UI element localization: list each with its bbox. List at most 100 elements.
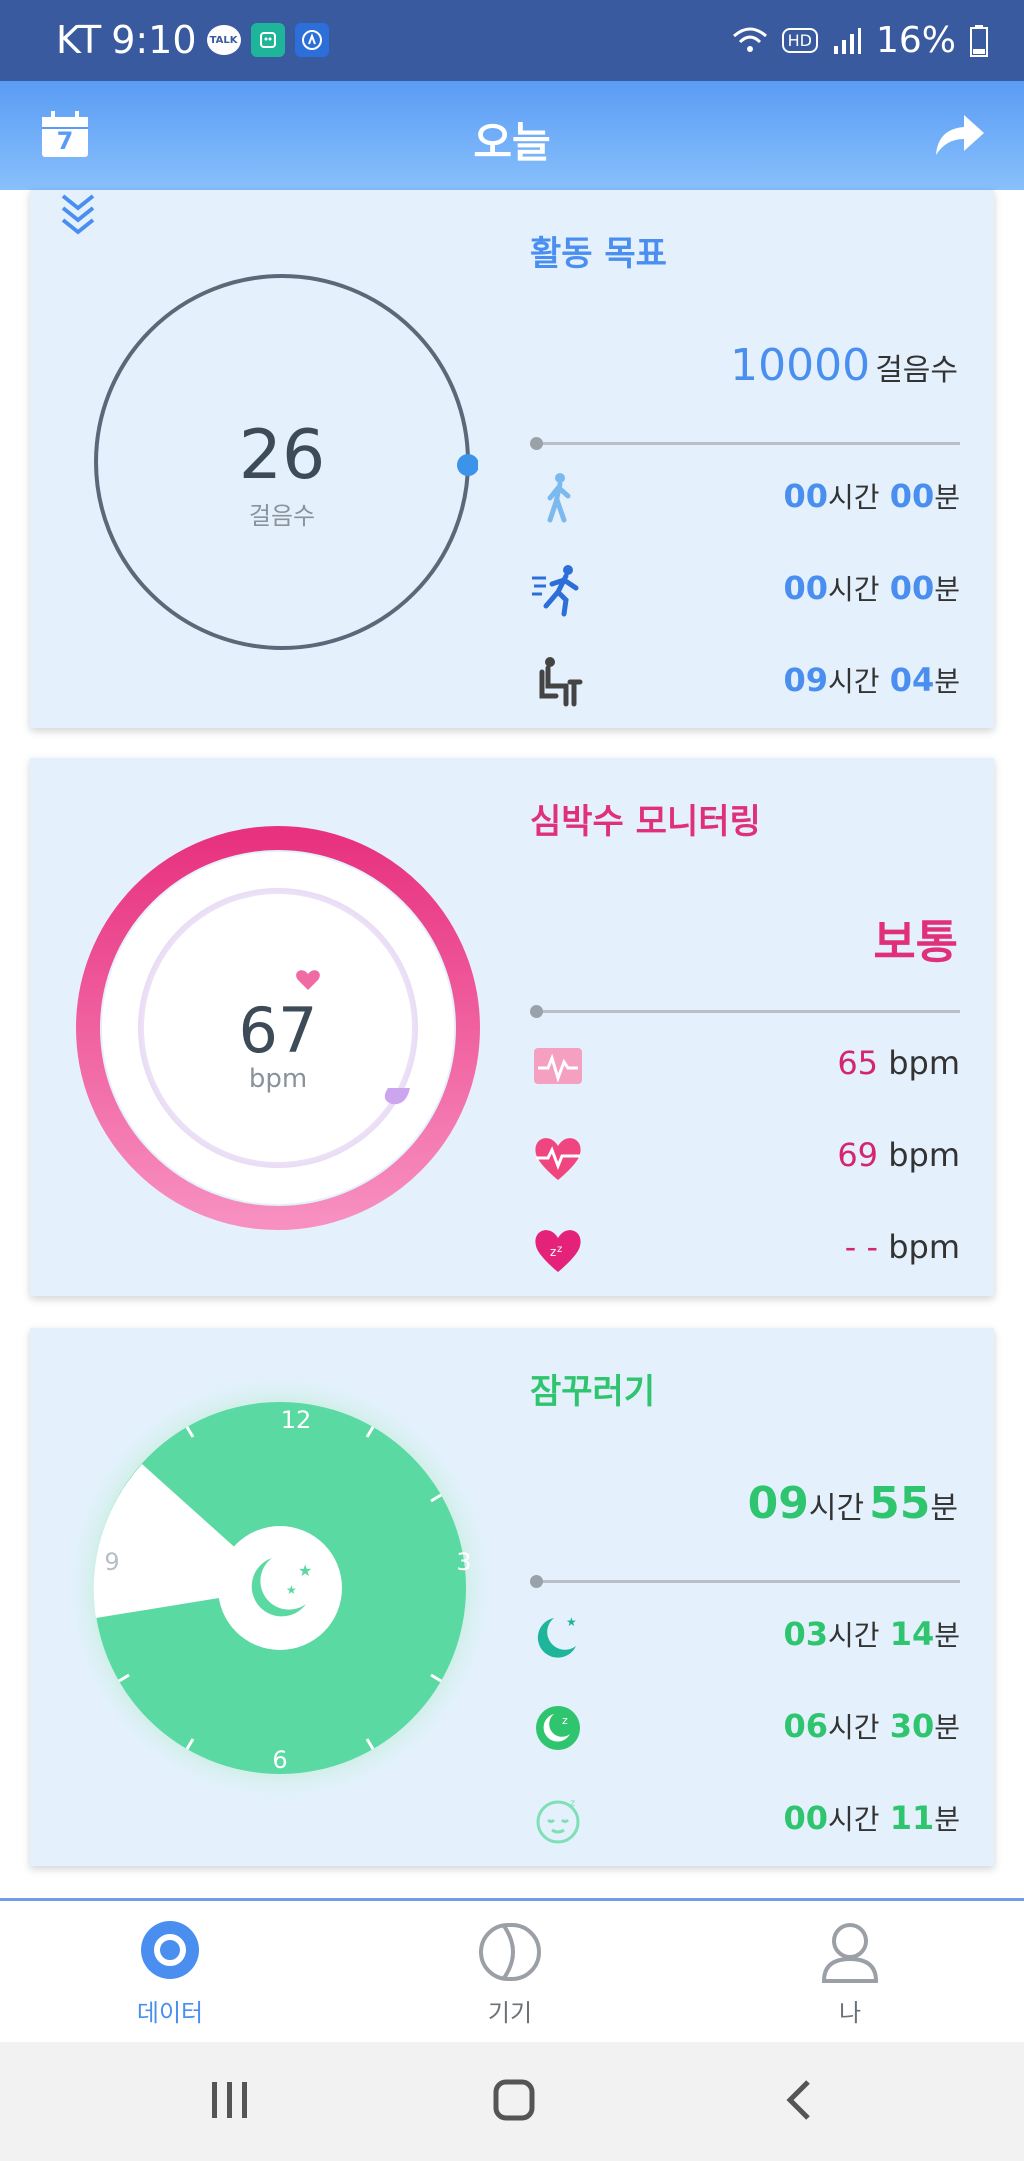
heart-status: 보통 [873, 915, 958, 969]
steps-count: 26 [238, 416, 326, 495]
hd-icon: HD [781, 28, 818, 53]
walking-time: 00시간 00분 [783, 476, 960, 516]
expand-chevrons-icon[interactable] [60, 192, 96, 238]
data-tab-icon [141, 1921, 199, 1979]
heart-value-3: - - bpm [845, 1228, 960, 1266]
walking-hours: 00 [783, 477, 828, 515]
talk-icon: TALK [206, 25, 241, 55]
page-title: 오늘 [473, 118, 551, 167]
mi-fit-icon [250, 23, 285, 57]
heart-rate-unit: bpm [248, 1064, 308, 1094]
walking-minutes: 00 [889, 477, 935, 515]
sleepy-face-icon: z [536, 1798, 580, 1844]
steps-label: 걸음수 [248, 502, 316, 530]
sitting-icon [539, 657, 583, 707]
walking-row: 00시간 00분 [530, 466, 960, 530]
moon-stars-icon: ★ [537, 1615, 577, 1658]
svg-text:★: ★ [566, 1615, 577, 1629]
running-row: 00시간 00분 [530, 558, 960, 622]
clock-label-6: 6 [272, 1746, 288, 1774]
share-icon [936, 115, 984, 155]
bottom-nav: 데이터 기기 나 [0, 1898, 1024, 2045]
nav-tab-data[interactable]: 데이터 [70, 1901, 270, 2045]
clock-label-12: 12 [280, 1406, 312, 1434]
heart-wave-icon [534, 1048, 582, 1084]
sleep-hours-1: 03 [783, 1615, 828, 1653]
heart-row-3: zz - - bpm [530, 1218, 960, 1282]
sleep-divider [530, 1575, 960, 1588]
svg-text:★: ★ [298, 1561, 312, 1580]
heart-pulse-icon [535, 1138, 581, 1180]
home-icon[interactable] [492, 2078, 536, 2122]
sleep-hours-2: 06 [783, 1707, 828, 1745]
recent-apps-icon[interactable] [208, 2080, 252, 2120]
running-minutes: 00 [889, 569, 935, 607]
minute-unit: 분 [930, 1491, 958, 1526]
heart-bpm-3: - - [844, 1228, 879, 1266]
activity-icon [294, 23, 329, 57]
hour-unit: 시간 [828, 665, 880, 698]
sitting-row: 09시간 04분 [530, 650, 960, 714]
bpm-unit: bpm [888, 1136, 960, 1174]
minute-unit: 분 [934, 573, 960, 606]
svg-text:★: ★ [286, 1583, 297, 1597]
sleep-value-3: 00시간 11분 [783, 1798, 960, 1838]
hour-unit: 시간 [828, 573, 880, 606]
sleep-minutes-2: 30 [889, 1707, 935, 1745]
sleep-total-hours: 09 [747, 1478, 809, 1529]
activity-title: 활동 목표 [530, 234, 667, 274]
svg-text:z: z [557, 1244, 562, 1255]
hour-unit: 시간 [828, 481, 880, 514]
sleep-total: 09시간 55분 [748, 1478, 958, 1529]
status-right: HD 16% [732, 20, 988, 61]
heart-row-2: 69 bpm [530, 1126, 960, 1190]
heart-sleep-icon: zz [535, 1230, 581, 1272]
walking-icon [547, 473, 571, 523]
clock-label-3: 3 [456, 1548, 472, 1576]
sitting-time: 09시간 04분 [783, 660, 960, 700]
sleep-row-2: z 06시간 30분 [530, 1696, 960, 1760]
sitting-hours: 09 [783, 661, 828, 699]
hour-unit: 시간 [828, 1619, 880, 1652]
activity-divider [530, 437, 960, 450]
nav-tab-device[interactable]: 기기 [410, 1901, 610, 2045]
nav-label-data: 데이터 [136, 1999, 204, 2027]
heart-rate-card[interactable]: 67 bpm 심박수 모니터링 보통 65 bpm 69 bpm zz - - … [30, 758, 994, 1296]
sleep-minutes-3: 11 [889, 1799, 935, 1837]
status-bar: KT 9:10 TALK HD 16% [0, 0, 1024, 81]
heart-divider [530, 1005, 960, 1018]
clock-label-9: 9 [104, 1548, 120, 1576]
sleep-total-minutes: 55 [869, 1478, 931, 1529]
running-icon [532, 565, 579, 617]
activity-card[interactable]: 26 걸음수 활동 목표 10000 걸음수 00시간 00분 00시간 00분… [30, 190, 994, 728]
battery-percent: 16% [875, 20, 956, 61]
steps-goal-unit: 걸음수 [875, 353, 958, 388]
hd-label: HD [787, 31, 812, 50]
heart-bpm-1: 65 [837, 1044, 879, 1082]
minute-unit: 분 [934, 1711, 960, 1744]
minute-unit: 분 [934, 665, 960, 698]
sleep-value-1: 03시간 14분 [783, 1614, 960, 1654]
wifi-icon [732, 27, 767, 52]
hour-unit: 시간 [808, 1491, 865, 1526]
running-time: 00시간 00분 [783, 568, 960, 608]
share-button[interactable] [932, 109, 986, 159]
battery-icon [970, 24, 988, 57]
app-bar: 7 오늘 [0, 81, 1024, 190]
sleep-hours-3: 00 [783, 1799, 828, 1837]
heart-value-1: 65 bpm [837, 1044, 960, 1082]
sleep-card[interactable]: ★ ★ 12 3 6 9 잠꾸러기 09시간 55분 ★ 03시간 14분 z … [30, 1328, 994, 1866]
svg-text:z: z [562, 1714, 568, 1727]
minute-unit: 분 [934, 1619, 960, 1652]
status-left: KT 9:10 TALK [56, 18, 329, 62]
svg-text:z: z [550, 1245, 556, 1259]
device-tab-icon [479, 1923, 541, 1981]
svg-text:z: z [570, 1798, 575, 1809]
heart-title: 심박수 모니터링 [530, 802, 761, 842]
running-hours: 00 [783, 569, 828, 607]
bpm-unit: bpm [888, 1044, 960, 1082]
nav-tab-me[interactable]: 나 [750, 1901, 950, 2045]
back-icon[interactable] [784, 2078, 814, 2122]
heart-row-1: 65 bpm [530, 1034, 960, 1098]
sleep-row-3: z 00시간 11분 [530, 1788, 960, 1852]
